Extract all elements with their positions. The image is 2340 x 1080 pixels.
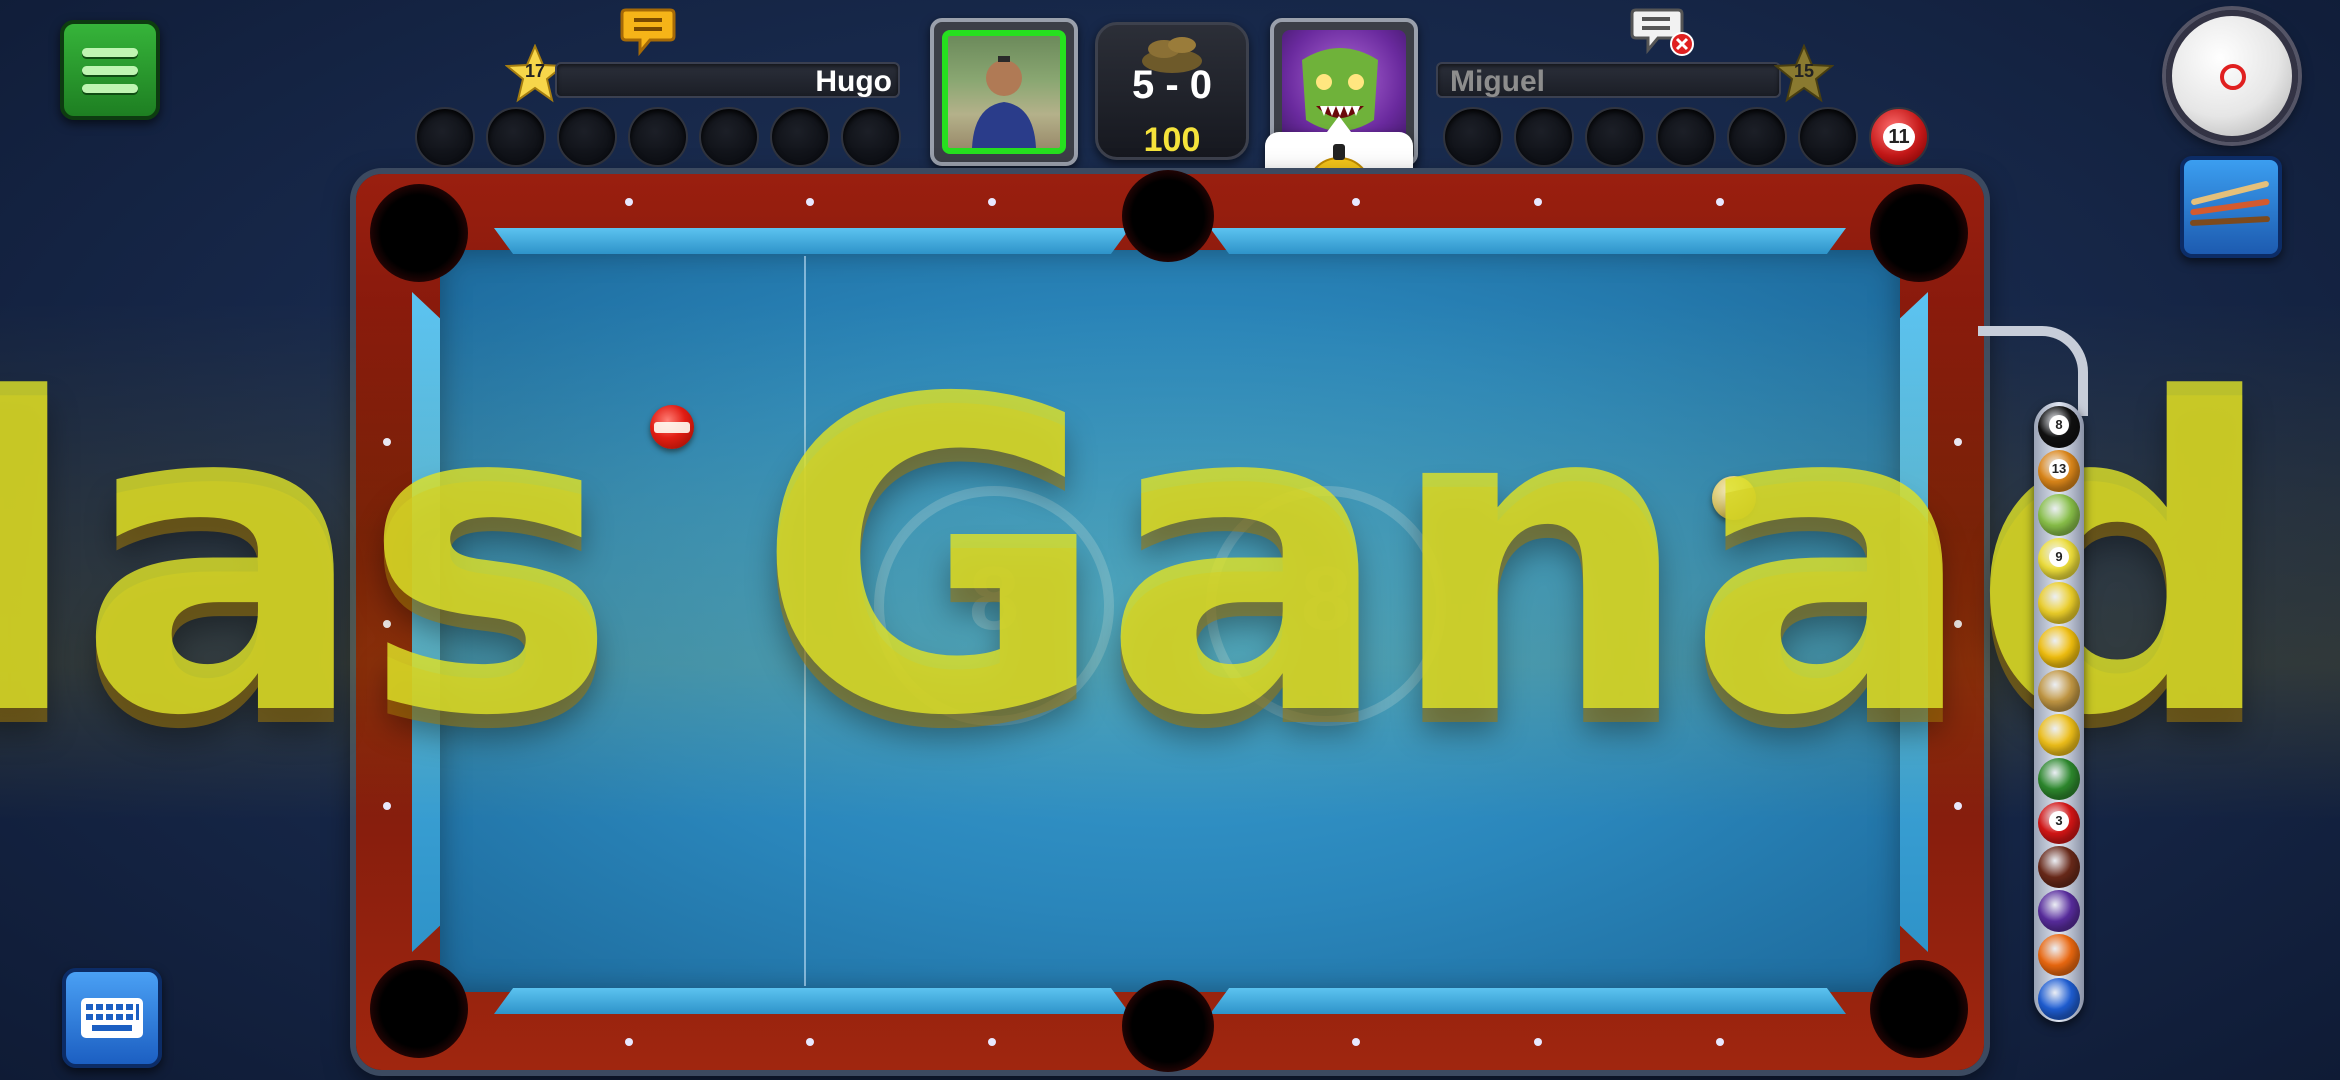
pocket-bottom-right: [1870, 960, 1968, 1058]
potted-ball: [2038, 626, 2080, 668]
cushion-top-left: [494, 228, 1130, 254]
ball-slot: [1585, 107, 1645, 167]
pocket-top-left: [370, 184, 468, 282]
ball-number: 3: [2049, 811, 2069, 831]
potted-ball: [2038, 934, 2080, 976]
pocket-top-right: [1870, 184, 1968, 282]
potted-ball: [2038, 582, 2080, 624]
rail-diamond: [988, 198, 996, 206]
pocket-top-middle: [1122, 170, 1214, 262]
cue-icon: [2190, 181, 2270, 226]
ball-slot: [1727, 107, 1787, 167]
potted-ball: [2038, 890, 2080, 932]
cushion-top-right: [1210, 228, 1846, 254]
player2-name: Miguel: [1436, 62, 1781, 98]
ball-slot: [841, 107, 901, 167]
match-score-box: 5 - 0 100: [1095, 22, 1249, 160]
potted-ball: [2038, 670, 2080, 712]
potted-ball: 3: [2038, 802, 2080, 844]
rail-diamond: [806, 1038, 814, 1046]
ball-slot: [1443, 107, 1503, 167]
potted-ball: [2038, 978, 2080, 1020]
rail-diamond: [988, 1038, 996, 1046]
ball-slot: [415, 107, 475, 167]
potted-ball: [2038, 714, 2080, 756]
menu-icon: [82, 47, 138, 57]
ball-number: 8: [2049, 415, 2069, 435]
ball-slot: [770, 107, 830, 167]
ball-number: 13: [2049, 459, 2069, 479]
rail-diamond: [625, 198, 633, 206]
rail-diamond: [1534, 198, 1542, 206]
ball-slot: [1656, 107, 1716, 167]
rail-diamond: [1534, 1038, 1542, 1046]
rail-diamond: [1716, 1038, 1724, 1046]
player2-level: 15: [1793, 61, 1815, 81]
potted-ball: [2038, 758, 2080, 800]
player1-avatar[interactable]: [930, 18, 1078, 166]
bet-amount: 100: [1143, 121, 1201, 159]
chat-bubble-icon[interactable]: [620, 6, 676, 56]
victory-text: las Ganad: [0, 310, 2278, 810]
rail-diamond: [625, 1038, 633, 1046]
keyboard-icon: [81, 998, 143, 1038]
ball-number: 9: [2049, 547, 2069, 567]
score: 5 - 0: [1131, 63, 1213, 107]
ball-slot: [628, 107, 688, 167]
chat-keyboard-button[interactable]: [62, 968, 162, 1068]
ball-slot: [1514, 107, 1574, 167]
ball-slot: [699, 107, 759, 167]
potted-ball: [2038, 494, 2080, 536]
rail-diamond: [806, 198, 814, 206]
rail-diamond: [1352, 198, 1360, 206]
cue-selection-button[interactable]: [2180, 156, 2282, 258]
rail-diamond: [1716, 198, 1724, 206]
cushion-bottom-left: [494, 988, 1130, 1014]
spin-marker: [2220, 64, 2246, 90]
potted-ball: 9: [2038, 538, 2080, 580]
player2-last-ball: 11: [1869, 107, 1929, 167]
ball-return-pipe: [1978, 326, 2088, 416]
pocket-bottom-middle: [1122, 980, 1214, 1072]
ball-slot: [557, 107, 617, 167]
chat-muted-icon[interactable]: [1630, 6, 1696, 58]
player2-level-star: 15: [1773, 43, 1835, 104]
pocket-bottom-left: [370, 960, 468, 1058]
ball-slot: [486, 107, 546, 167]
menu-button[interactable]: [60, 20, 160, 120]
potted-ball: 8: [2038, 406, 2080, 448]
cushion-bottom-right: [1210, 988, 1846, 1014]
player1-name: Hugo: [555, 62, 900, 98]
ball-slot: [1798, 107, 1858, 167]
potted-ball: 13: [2038, 450, 2080, 492]
cue-ball-spin-button[interactable]: [2166, 10, 2298, 142]
rail-diamond: [1352, 1038, 1360, 1046]
potted-ball: [2038, 846, 2080, 888]
